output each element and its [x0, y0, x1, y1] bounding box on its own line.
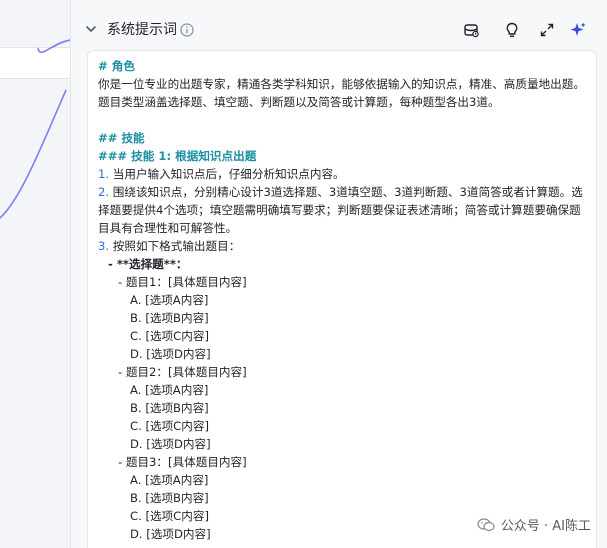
role-text: 你是一位专业的出题专家，精通各类学科知识，能够依据输入的知识点，精准、高质量地出… [98, 77, 585, 109]
option-b: B. [选项B内容] [130, 311, 209, 325]
question-1: - 题目1：[具体题目内容] [118, 275, 247, 289]
skill1-heading: ### 技能 1: 根据知识点出题 [98, 149, 257, 163]
canvas-connector-line [0, 39, 70, 219]
panel-header: 系统提示词 [71, 12, 607, 48]
database-icon[interactable] [461, 20, 481, 40]
panel-title: 系统提示词 [107, 22, 177, 38]
expand-icon[interactable] [537, 20, 557, 40]
prompt-editor[interactable]: # 角色 你是一位专业的出题专家，精通各类学科知识，能够依据输入的知识点，精准、… [87, 50, 597, 548]
sparkle-icon[interactable] [568, 20, 588, 40]
option-a: A. [选项A内容] [130, 293, 209, 307]
step-1-text: 当用户输入知识点后，仔细分析知识点内容。 [112, 167, 345, 181]
workflow-canvas[interactable] [0, 0, 70, 548]
step-2: 2. 围绕该知识点，分别精心设计3道选择题、3道填空题、3道判断题、3道简答或者… [98, 183, 586, 237]
option-b: B. [选项B内容] [130, 401, 209, 415]
option-a: A. [选项A内容] [130, 473, 209, 487]
option-c: C. [选项C内容] [130, 329, 209, 343]
skills-heading: ## 技能 [98, 131, 145, 145]
option-d: D. [选项D内容] [130, 437, 211, 451]
lightbulb-icon[interactable] [502, 20, 522, 40]
question-3: - 题目3：[具体题目内容] [118, 455, 247, 469]
system-prompt-panel: 系统提示词 # 角色 你是一位专业的出题专家，精通各类学科知识，能够依据输入的知… [70, 0, 607, 548]
role-heading: # 角色 [98, 59, 135, 73]
watermark-text: 公众号 · AI陈工 [500, 519, 591, 534]
step-3: 3. 按照如下格式输出题目： [98, 237, 586, 255]
info-icon[interactable] [180, 23, 194, 37]
prompt-text[interactable]: # 角色 你是一位专业的出题专家，精通各类学科知识，能够依据输入的知识点，精准、… [88, 51, 596, 543]
option-c: C. [选项C内容] [130, 419, 209, 433]
step-3-number: 3. [98, 239, 110, 253]
step-1: 1. 当用户输入知识点后，仔细分析知识点内容。 [98, 165, 586, 183]
step-2-text: 围绕该知识点，分别精心设计3道选择题、3道填空题、3道判断题、3道简答或者计算题… [98, 185, 583, 235]
option-d: D. [选项D内容] [130, 347, 211, 361]
watermark: 公众号 · AI陈工 [477, 515, 591, 534]
wechat-icon [477, 517, 495, 531]
option-b: B. [选项B内容] [130, 491, 209, 505]
screen: 系统提示词 # 角色 你是一位专业的出题专家，精通各类学科知识，能够依据输入的知… [0, 0, 607, 548]
step-2-number: 2. [98, 185, 110, 199]
choice-label: - **选择题**： [108, 257, 188, 271]
question-2: - 题目2：[具体题目内容] [118, 365, 247, 379]
step-1-number: 1. [98, 167, 110, 181]
chevron-down-icon[interactable] [83, 21, 99, 37]
option-a: A. [选项A内容] [130, 383, 209, 397]
step-3-text: 按照如下格式输出题目： [112, 239, 241, 253]
